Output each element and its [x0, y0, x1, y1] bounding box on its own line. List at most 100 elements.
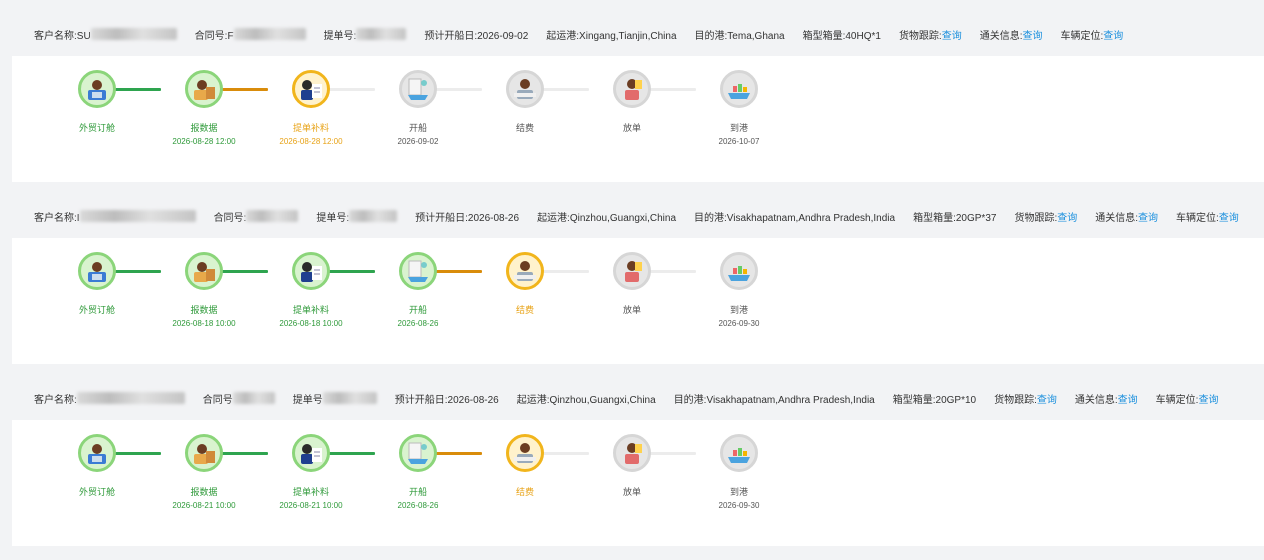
bill-of-lading-icon — [292, 252, 330, 290]
redacted-value — [76, 392, 185, 404]
step-label: 外贸订舱 — [78, 123, 115, 133]
cargo-tracking-link[interactable]: 查询 — [1057, 209, 1077, 224]
shipment-card: 客户名称:SU 合同号:F 提单号: 预计开船日:2026-09-02 起运港:… — [12, 12, 1264, 182]
data-report-icon — [185, 70, 223, 108]
vehicle-location-link[interactable]: 查询 — [1219, 209, 1239, 224]
customer-name: 客户名称: — [34, 391, 185, 406]
progress-connector — [222, 452, 268, 455]
cargo-tracking: 货物跟踪: 查询 — [899, 27, 962, 42]
etd: 预计开船日:2026-08-26 — [394, 394, 499, 406]
step-label: 结费 — [515, 487, 534, 497]
progress-connector — [115, 270, 161, 273]
progress-connector — [436, 88, 482, 91]
release-icon — [613, 70, 651, 108]
progress-connector — [222, 88, 268, 91]
step-label: 结费 — [515, 123, 534, 133]
step-label: 提单补料 — [292, 305, 329, 315]
vehicle-location-link[interactable]: 查询 — [1198, 391, 1218, 406]
step-date: 2026-08-18 10:00 — [279, 319, 343, 328]
step-date: 2026-08-28 12:00 — [279, 137, 343, 146]
step-label: 放单 — [622, 487, 641, 497]
step-label: 开船 — [408, 123, 427, 133]
progress-connector — [650, 270, 696, 273]
step-date: 2026-08-21 10:00 — [279, 501, 343, 510]
step-label: 报数据 — [190, 487, 218, 497]
progress-connector — [115, 452, 161, 455]
origin-port: 起运港:Qinzhou,Guangxi,China — [516, 394, 656, 406]
vehicle-location-link[interactable]: 查询 — [1103, 27, 1123, 42]
step-date: 2026-09-30 — [718, 501, 760, 510]
release-icon — [613, 252, 651, 290]
customs-info-link[interactable]: 查询 — [1023, 27, 1043, 42]
progress-connector — [543, 88, 589, 91]
progress-connector — [650, 452, 696, 455]
step-date: 2026-10-07 — [718, 137, 760, 146]
release-icon — [613, 434, 651, 472]
container-info: 箱型箱量:20GP*37 — [913, 212, 997, 224]
cargo-tracking-link[interactable]: 查询 — [942, 27, 962, 42]
step-label: 报数据 — [190, 123, 218, 133]
progress-timeline: 外贸订舱 报数据 2026-08-18 10:00 提单补料 2026-08-18 10… — [12, 238, 1264, 364]
vehicle-location: 车辆定位: 查询 — [1176, 209, 1239, 224]
destination-port: 目的港:Tema,Ghana — [694, 30, 785, 42]
customs-info: 通关信息: 查询 — [980, 27, 1043, 42]
bill-of-lading-number: 提单号: — [324, 27, 407, 42]
step-label: 报数据 — [190, 305, 218, 315]
progress-connector — [543, 452, 589, 455]
booking-icon — [78, 252, 116, 290]
customs-info-link[interactable]: 查询 — [1138, 209, 1158, 224]
customs-info-link[interactable]: 查询 — [1118, 391, 1138, 406]
arrival-icon — [720, 434, 758, 472]
step-date: 2026-09-30 — [718, 319, 760, 328]
step-date: 2026-08-26 — [397, 319, 439, 328]
redacted-value — [90, 28, 177, 40]
booking-icon — [78, 70, 116, 108]
sailing-icon — [399, 252, 437, 290]
step-label: 开船 — [408, 305, 427, 315]
redacted-value — [232, 392, 275, 404]
bill-of-lading-icon — [292, 70, 330, 108]
customer-name: 客户名称:SU — [34, 27, 177, 42]
redacted-value — [233, 28, 306, 40]
progress-connector — [222, 270, 268, 273]
contract-number: 合同号:F — [195, 27, 306, 42]
booking-icon — [78, 434, 116, 472]
progress-connector — [329, 452, 375, 455]
progress-connector — [329, 88, 375, 91]
progress-connector — [436, 452, 482, 455]
settlement-icon — [506, 434, 544, 472]
step-label: 提单补料 — [292, 487, 329, 497]
shipment-list: 客户名称:SU 合同号:F 提单号: 预计开船日:2026-09-02 起运港:… — [0, 0, 1264, 560]
step-label: 提单补料 — [292, 123, 329, 133]
cargo-tracking: 货物跟踪: 查询 — [1014, 209, 1077, 224]
settlement-icon — [506, 70, 544, 108]
shipment-info-bar: 客户名称:I 合同号: 提单号: 预计开船日:2026-08-26 起运港:Qi… — [12, 194, 1264, 238]
progress-connector — [650, 88, 696, 91]
step-label: 放单 — [622, 123, 641, 133]
bill-of-lading-number: 提单号 — [293, 391, 377, 406]
step-label: 结费 — [515, 305, 534, 315]
progress-connector — [115, 88, 161, 91]
progress-connector — [436, 270, 482, 273]
step-label: 到港 — [729, 305, 748, 315]
step-date: 2026-08-26 — [397, 501, 439, 510]
destination-port: 目的港:Visakhapatnam,Andhra Pradesh,India — [673, 394, 875, 406]
redacted-value — [356, 28, 407, 40]
container-info: 箱型箱量:40HQ*1 — [802, 30, 881, 42]
progress-connector — [543, 270, 589, 273]
customs-info: 通关信息: 查询 — [1095, 209, 1158, 224]
cargo-tracking-link[interactable]: 查询 — [1037, 391, 1057, 406]
redacted-value — [349, 210, 398, 222]
step-label: 到港 — [729, 123, 748, 133]
data-report-icon — [185, 252, 223, 290]
destination-port: 目的港:Visakhapatnam,Andhra Pradesh,India — [694, 212, 896, 224]
step-date: 2026-08-18 10:00 — [172, 319, 236, 328]
step-label: 到港 — [729, 487, 748, 497]
vehicle-location: 车辆定位: 查询 — [1156, 391, 1219, 406]
progress-timeline: 外贸订舱 报数据 2026-08-21 10:00 提单补料 2026-08-21 10… — [12, 420, 1264, 546]
bill-of-lading-icon — [292, 434, 330, 472]
contract-number: 合同号: — [214, 209, 299, 224]
container-info: 箱型箱量:20GP*10 — [892, 394, 977, 406]
progress-timeline: 外贸订舱 报数据 2026-08-28 12:00 提单补料 2026-08-28 12… — [12, 56, 1264, 182]
customs-info: 通关信息: 查询 — [1075, 391, 1138, 406]
